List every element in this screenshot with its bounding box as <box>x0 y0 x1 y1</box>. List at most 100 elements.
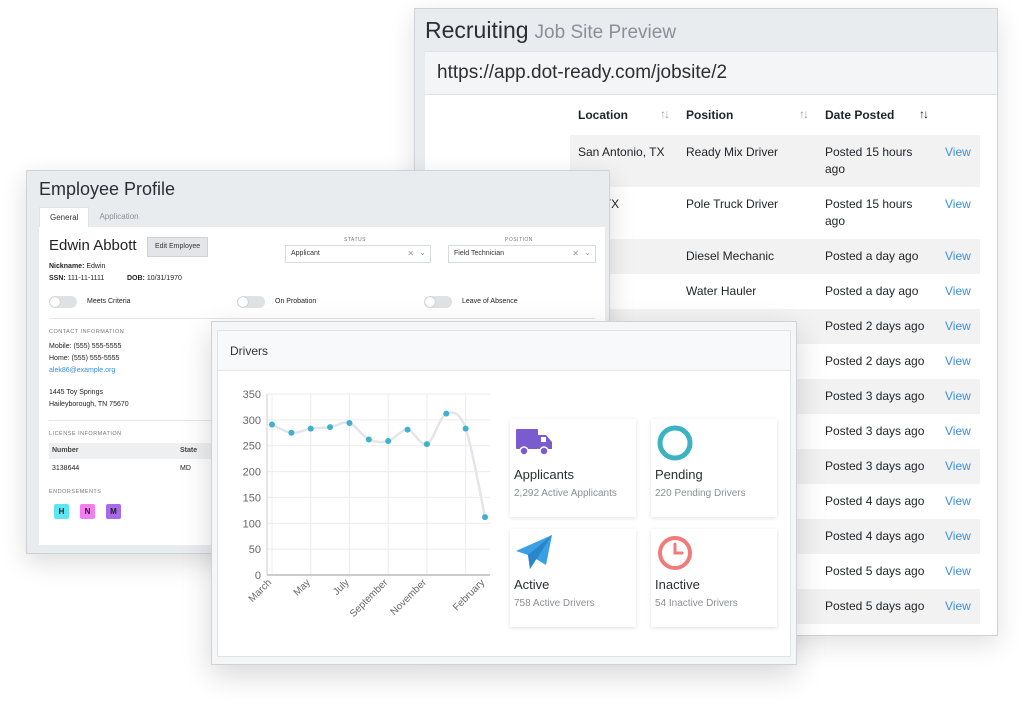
view-link[interactable]: View <box>937 135 980 187</box>
date-posted-cell: Posted 4 days ago <box>817 519 937 554</box>
y-tick-label: 350 <box>243 389 261 401</box>
position-cell: Pole Truck Driver <box>686 197 779 211</box>
view-link[interactable]: View <box>937 187 980 239</box>
ssn-label: SSN: <box>49 275 66 282</box>
view-link[interactable]: View <box>937 589 980 624</box>
table-row: Top, TXPole Truck DriverPosted 15 hours … <box>570 187 980 239</box>
view-link[interactable]: View <box>937 309 980 344</box>
data-point <box>365 436 372 443</box>
date-posted-cell: Posted 15 hours ago <box>817 135 937 187</box>
view-link[interactable]: View <box>937 519 980 554</box>
recruiting-subtitle: Job Site Preview <box>534 22 677 43</box>
date-posted-cell: Posted 15 hours ago <box>825 197 913 228</box>
column-header-label: Location <box>578 108 628 122</box>
y-tick-label: 0 <box>255 570 261 582</box>
card-subtitle: 220 Pending Drivers <box>655 488 746 499</box>
view-link[interactable]: View <box>937 239 980 274</box>
column-header-location[interactable]: Location ↑↓ <box>570 95 678 135</box>
y-tick-label: 300 <box>243 415 261 427</box>
recruiting-title: Recruiting Job Site Preview <box>425 17 676 44</box>
applicants-card[interactable]: Applicants 2,292 Active Applicants <box>510 419 636 517</box>
card-title: Pending <box>655 467 703 482</box>
card-title: Applicants <box>514 467 574 482</box>
pending-card[interactable]: Pending 220 Pending Drivers <box>651 419 777 517</box>
view-link[interactable]: View <box>937 379 980 414</box>
table-row: San Antonio, TX Ready Mix Driver Posted 15… <box>570 135 980 187</box>
on-probation-toggle[interactable] <box>237 296 265 308</box>
sort-icon[interactable]: ↑↓ <box>660 107 670 121</box>
view-link[interactable]: View <box>937 274 980 309</box>
url-bar[interactable]: https://app.dot-ready.com/jobsite/2 <box>425 51 997 95</box>
date-posted-cell: Posted 3 days ago <box>817 379 937 414</box>
column-header-label: Date Posted <box>825 108 895 122</box>
dob-label: DOB: <box>127 275 145 282</box>
meets-criteria-toggle[interactable] <box>49 296 77 308</box>
drivers-line-chart: 050100150200250300350March May JulySeptemb… <box>243 389 490 620</box>
table-row: e, TXDiesel MechanicPosted a day agoView <box>570 239 980 274</box>
position-select[interactable]: Field Technician ✕ ⌄ <box>448 245 596 263</box>
chevron-down-icon[interactable]: ⌄ <box>419 248 426 257</box>
x-tick-label: November <box>389 577 430 618</box>
data-point <box>443 410 450 417</box>
active-card[interactable]: Active 758 Active Drivers <box>510 529 636 627</box>
series-line <box>271 411 487 518</box>
view-link[interactable]: View <box>937 449 980 484</box>
mobile-phone: Mobile: (555) 555-5555 <box>49 343 122 350</box>
date-posted-cell: Posted 4 days ago <box>825 494 925 508</box>
card-subtitle: 758 Active Drivers <box>514 598 595 609</box>
sort-icon[interactable]: ↑↓ <box>919 107 929 121</box>
x-tick-label: February <box>451 577 487 613</box>
leave-of-absence-toggle[interactable] <box>424 296 452 308</box>
y-tick-label: 100 <box>243 518 261 530</box>
date-posted-cell: Posted 3 days ago <box>817 449 937 484</box>
license-col-state: State <box>180 447 198 454</box>
data-point <box>462 425 469 432</box>
data-point <box>307 425 314 432</box>
tab-application[interactable]: Application <box>89 207 148 227</box>
chevron-down-icon[interactable]: ⌄ <box>584 248 591 257</box>
home-phone: Home: (555) 555-5555 <box>49 355 120 362</box>
data-point <box>269 421 275 428</box>
status-select[interactable]: Applicant ✕ ⌄ <box>285 245 431 263</box>
column-header-position[interactable]: Position ↑↓ <box>678 95 817 135</box>
recruiting-title-text: Recruiting <box>425 17 529 43</box>
x-tick-label: July <box>331 577 351 597</box>
column-header-date-posted[interactable]: Date Posted ↑↓ <box>817 95 937 135</box>
y-tick-label: 150 <box>243 492 261 504</box>
edit-employee-button[interactable]: Edit Employee <box>147 237 209 257</box>
address-line-2: Haileyborough, TN 75670 <box>49 401 129 408</box>
meets-criteria-label: Meets Criteria <box>87 298 131 305</box>
table-row: e, TXWater HaulerPosted a day agoView <box>570 274 980 309</box>
inactive-card[interactable]: Inactive 54 Inactive Drivers <box>651 529 777 627</box>
x-tick-label: May <box>292 577 313 598</box>
date-posted-cell: Posted 5 days ago <box>817 589 937 624</box>
view-link[interactable]: View <box>937 414 980 449</box>
clear-icon[interactable]: ✕ <box>407 249 414 258</box>
date-posted-cell: Posted a day ago <box>825 284 919 298</box>
email-link[interactable]: alek86@example.org <box>49 367 115 374</box>
view-link[interactable]: View <box>937 344 980 379</box>
on-probation-label: On Probation <box>275 298 317 305</box>
column-header-label: Position <box>686 108 734 122</box>
status-label: STATUS <box>344 237 366 243</box>
address-line-1: 1445 Toy Springs <box>49 389 103 396</box>
tab-general[interactable]: General <box>39 207 90 227</box>
divider <box>49 318 595 319</box>
endorsement-badge-m: M <box>106 504 121 519</box>
view-link[interactable]: View <box>937 554 980 589</box>
dob-value: 10/31/1970 <box>146 275 182 282</box>
license-state: MD <box>180 465 191 472</box>
clear-icon[interactable]: ✕ <box>572 249 579 258</box>
position-value: Field Technician <box>454 250 505 257</box>
clock-icon <box>658 536 692 570</box>
employee-profile-title: Employee Profile <box>39 179 176 199</box>
column-header-action <box>937 95 980 135</box>
endorsements-label: ENDORSEMENTS <box>49 489 102 495</box>
endorsement-badge-h: H <box>54 504 69 519</box>
sort-icon[interactable]: ↑↓ <box>799 107 809 121</box>
dob-line: DOB: 10/31/1970 <box>127 275 182 282</box>
endorsement-badge-n: N <box>80 504 95 519</box>
view-link[interactable]: View <box>937 484 980 519</box>
nickname-value: Edwin <box>86 263 106 270</box>
status-value: Applicant <box>291 250 320 257</box>
